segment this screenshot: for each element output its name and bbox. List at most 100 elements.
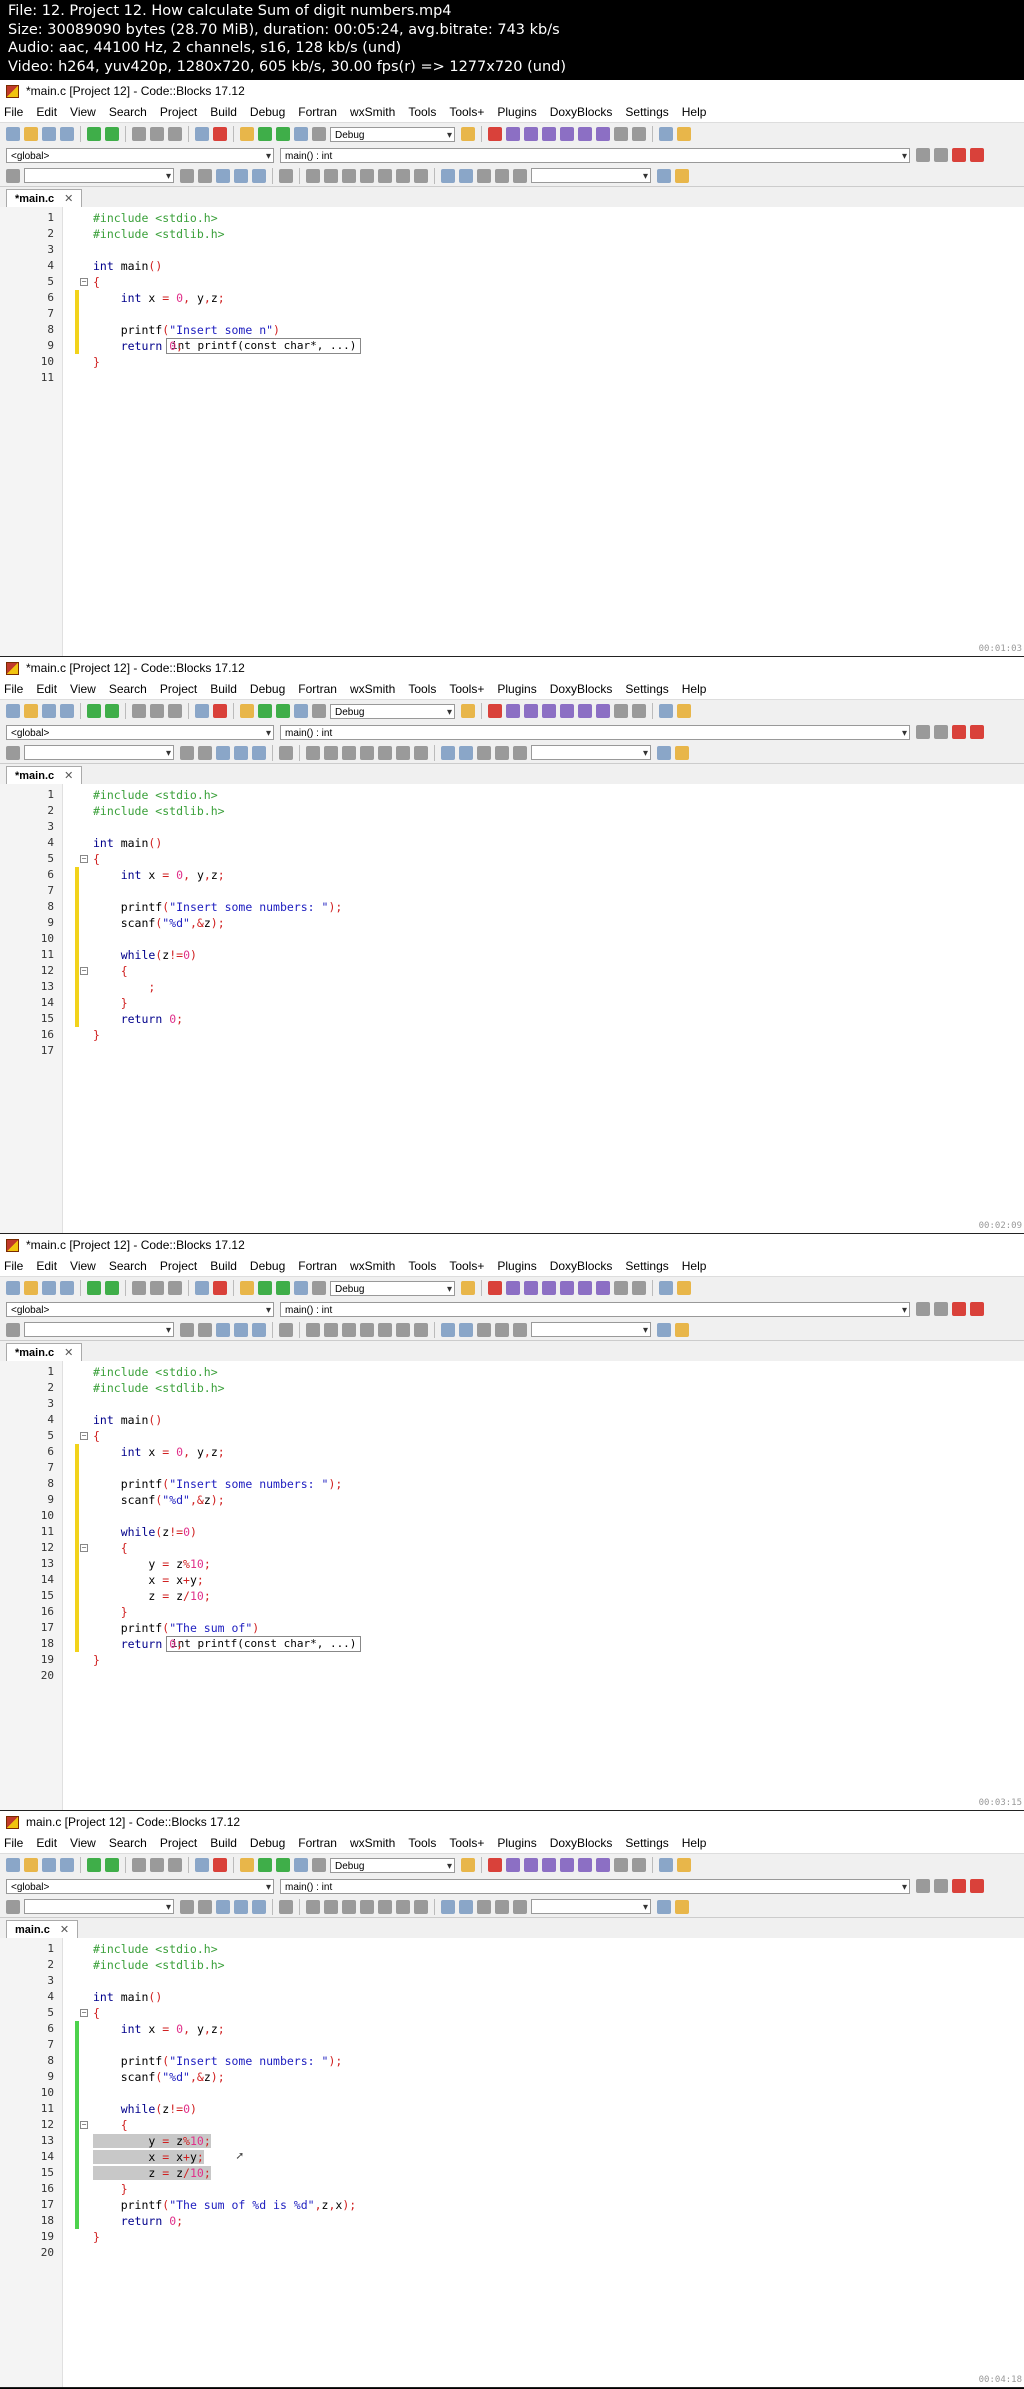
spell-check-icon[interactable] — [495, 168, 509, 183]
menu-wxsmith[interactable]: wxSmith — [350, 1259, 395, 1273]
block-icon-1[interactable] — [306, 1899, 320, 1914]
menu-plugins[interactable]: Plugins — [497, 105, 536, 119]
step-instruction-icon[interactable] — [596, 1281, 610, 1295]
paste-icon[interactable] — [168, 704, 182, 718]
save-icon[interactable] — [42, 127, 56, 141]
copy-icon[interactable] — [150, 1858, 164, 1872]
code-line[interactable]: 7 — [0, 883, 1024, 899]
next-instruction-icon[interactable] — [578, 1858, 592, 1872]
block-icon-1[interactable] — [306, 745, 320, 760]
menu-plugins[interactable]: Plugins — [497, 682, 536, 696]
step-out-icon[interactable] — [560, 704, 574, 718]
open-icon[interactable] — [24, 1858, 38, 1872]
debug-info-icon[interactable] — [677, 1281, 691, 1295]
menu-doxyblocks[interactable]: DoxyBlocks — [550, 105, 613, 119]
save-all-icon[interactable] — [60, 1281, 74, 1295]
function-select[interactable]: main() : int — [280, 724, 910, 741]
menu-view[interactable]: View — [70, 682, 96, 696]
step-into-icon[interactable] — [542, 704, 556, 718]
zoom-in-icon[interactable] — [441, 168, 455, 183]
step-into-icon[interactable] — [542, 1858, 556, 1872]
bookmark-next-icon[interactable] — [970, 148, 984, 162]
menu-tools[interactable]: Tools — [408, 1259, 436, 1273]
wrench-icon[interactable] — [675, 168, 689, 183]
cut-icon[interactable] — [132, 1858, 146, 1872]
search-combo[interactable] — [24, 745, 174, 761]
scope-select[interactable]: <global> — [6, 724, 274, 741]
block-icon-1[interactable] — [306, 1322, 320, 1337]
undo-icon[interactable] — [87, 704, 101, 718]
run-to-cursor-icon[interactable] — [506, 1858, 520, 1872]
code-line[interactable]: 17 printf("The sum of %d is %d",z,x); — [0, 2197, 1024, 2213]
menu-project[interactable]: Project — [160, 1836, 197, 1850]
code-line[interactable]: 8 printf("Insert some numbers: "); — [0, 2053, 1024, 2069]
block-icon-7[interactable] — [414, 168, 428, 183]
bookmark-toggle-icon[interactable] — [952, 148, 966, 162]
menu-search[interactable]: Search — [109, 682, 147, 696]
block-icon-4[interactable] — [360, 1322, 374, 1337]
find-icon[interactable] — [195, 127, 209, 141]
find-prev-icon[interactable] — [234, 745, 248, 760]
debug-info-icon[interactable] — [677, 1858, 691, 1872]
save-icon[interactable] — [42, 1858, 56, 1872]
menu-search[interactable]: Search — [109, 105, 147, 119]
menu-doxyblocks[interactable]: DoxyBlocks — [550, 1836, 613, 1850]
jump-forward-icon[interactable] — [934, 1302, 948, 1316]
code-line[interactable]: 5 −{ — [0, 274, 1024, 290]
save-all-icon[interactable] — [60, 1858, 74, 1872]
find-next-icon[interactable] — [216, 745, 230, 760]
build-target-select[interactable]: Debug — [330, 1857, 455, 1874]
replace-icon[interactable] — [213, 1281, 227, 1295]
menu-toolsplus[interactable]: Tools+ — [449, 682, 484, 696]
find-next-icon[interactable] — [216, 1322, 230, 1337]
code-line[interactable]: 6 int x = 0, y,z; — [0, 290, 1024, 306]
abort-icon[interactable] — [312, 704, 326, 718]
menu-doxyblocks[interactable]: DoxyBlocks — [550, 1259, 613, 1273]
menu-toolsplus[interactable]: Tools+ — [449, 1836, 484, 1850]
menu-toolsplus[interactable]: Tools+ — [449, 105, 484, 119]
build-run-icon[interactable] — [276, 704, 290, 718]
next-line-icon[interactable] — [524, 127, 538, 141]
c-icon[interactable] — [513, 745, 527, 760]
block-icon-7[interactable] — [414, 1322, 428, 1337]
find-prev-icon[interactable] — [234, 168, 248, 183]
build-target-select[interactable]: Debug — [330, 703, 455, 720]
code-line[interactable]: 3 — [0, 819, 1024, 835]
menu-file[interactable]: File — [4, 1836, 23, 1850]
find-prev-icon[interactable] — [234, 1322, 248, 1337]
code-line[interactable]: 9 scanf("%d",&z); — [0, 2069, 1024, 2085]
code-line[interactable]: 16} — [0, 1027, 1024, 1043]
menu-doxyblocks[interactable]: DoxyBlocks — [550, 682, 613, 696]
code-completion-icon[interactable] — [6, 168, 20, 183]
menu-tools[interactable]: Tools — [408, 1836, 436, 1850]
code-line[interactable]: 10 — [0, 2085, 1024, 2101]
stop-debug-icon[interactable] — [632, 1281, 646, 1295]
menu-edit[interactable]: Edit — [36, 1836, 57, 1850]
debug-windows-icon[interactable] — [659, 127, 673, 141]
code-line[interactable]: 7 — [0, 2037, 1024, 2053]
save-icon[interactable] — [42, 704, 56, 718]
code-line[interactable]: 3 — [0, 1973, 1024, 1989]
menu-settings[interactable]: Settings — [625, 1836, 668, 1850]
regex-icon[interactable] — [252, 1899, 266, 1914]
code-line[interactable]: 9 return 0; — [0, 338, 1024, 354]
replace-icon[interactable] — [213, 1858, 227, 1872]
code-line[interactable]: 8 printf("Insert some numbers: "); — [0, 899, 1024, 915]
target-options-icon[interactable] — [461, 704, 475, 718]
fold-toggle-icon[interactable]: − — [80, 1432, 88, 1440]
menu-project[interactable]: Project — [160, 105, 197, 119]
redo-icon[interactable] — [105, 1281, 119, 1295]
code-line[interactable]: 15 z = z/10; — [0, 1588, 1024, 1604]
zoom-out-icon[interactable] — [459, 745, 473, 760]
new-file-icon[interactable] — [6, 704, 20, 718]
zoom-out-icon[interactable] — [459, 1322, 473, 1337]
code-line[interactable]: 19} — [0, 2229, 1024, 2245]
next-instruction-icon[interactable] — [578, 704, 592, 718]
function-select[interactable]: main() : int — [280, 147, 910, 164]
code-completion-icon[interactable] — [6, 745, 20, 760]
code-editor[interactable]: 1 #include <stdio.h> 2 #include <stdlib.h> 3… — [0, 784, 1024, 1233]
code-line[interactable]: 13 ; — [0, 979, 1024, 995]
jump-back-icon[interactable] — [916, 725, 930, 739]
paste-icon[interactable] — [168, 1281, 182, 1295]
code-line[interactable]: 16 } — [0, 2181, 1024, 2197]
